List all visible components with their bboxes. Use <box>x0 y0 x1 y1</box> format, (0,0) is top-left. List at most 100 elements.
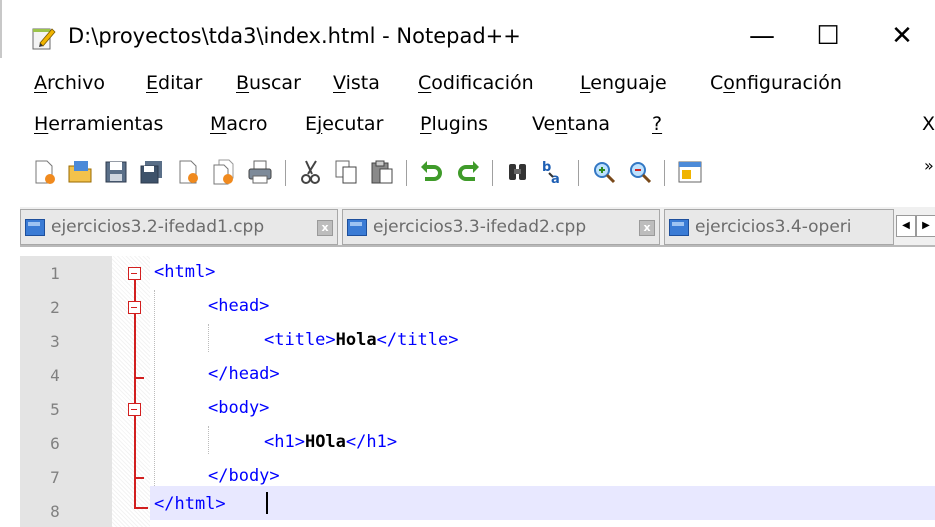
cut-icon[interactable] <box>296 158 324 186</box>
toolbar: ba » <box>0 150 935 196</box>
menu-archivo[interactable]: Archivo <box>34 72 105 94</box>
fold-end-marker <box>134 507 148 509</box>
svg-text:a: a <box>551 172 560 186</box>
fold-collapse-icon[interactable] <box>128 403 141 416</box>
line-number: 1 <box>50 264 60 283</box>
close-document-button[interactable]: X <box>922 113 935 135</box>
open-file-icon[interactable] <box>66 158 94 186</box>
close-icon[interactable] <box>174 158 202 186</box>
new-file-icon[interactable] <box>30 158 58 186</box>
tab-ejercicios3-3[interactable]: ejercicios3.3-ifedad2.cpp x <box>342 209 660 245</box>
html-tag: <body> <box>208 398 270 418</box>
menu-vista-label: Vista <box>333 72 380 94</box>
code-line[interactable]: </head> <box>208 364 280 384</box>
line-number: 6 <box>50 434 60 453</box>
close-window-button[interactable]: ✕ <box>882 18 922 54</box>
html-tag: <head> <box>208 296 270 316</box>
menu-lenguaje[interactable]: Lenguaje <box>580 72 667 94</box>
tab-label: ejercicios3.3-ifedad2.cpp <box>373 217 587 237</box>
menu-editar[interactable]: Editar <box>146 72 202 94</box>
code-line[interactable]: <html> <box>154 262 215 282</box>
redo-icon[interactable] <box>454 158 482 186</box>
menu-ventana[interactable]: Ventana <box>532 113 610 135</box>
save-all-icon[interactable] <box>138 158 166 186</box>
tab-scroll-right-button[interactable]: ▶ <box>916 215 935 237</box>
menu-vista[interactable]: Vista <box>333 72 380 94</box>
tab-close-icon[interactable]: x <box>317 220 333 236</box>
html-tag: </h1> <box>345 432 398 452</box>
menu-buscar[interactable]: Buscar <box>236 72 301 94</box>
toolbar-separator <box>285 160 286 186</box>
code-line[interactable]: <h1>HOla</h1> <box>264 432 397 452</box>
tab-scroll-left-button[interactable]: ◀ <box>896 215 916 237</box>
menu-codificacion-label: Codificación <box>418 72 534 94</box>
paste-icon[interactable] <box>368 158 396 186</box>
fold-end-marker <box>134 477 144 479</box>
close-all-icon[interactable] <box>210 158 238 186</box>
toolbar-overflow[interactable]: » <box>924 156 934 175</box>
fold-collapse-icon[interactable] <box>128 267 141 280</box>
html-tag: </head> <box>208 364 280 384</box>
file-icon <box>347 219 367 236</box>
line-number: 2 <box>50 298 60 317</box>
code-line[interactable]: </body> <box>208 466 280 486</box>
menu-macro[interactable]: Macro <box>210 113 268 135</box>
fold-margin[interactable] <box>112 256 150 527</box>
text-content: Hola <box>335 330 377 350</box>
html-tag: </body> <box>208 466 280 486</box>
replace-icon[interactable]: ba <box>540 158 568 186</box>
undo-icon[interactable] <box>418 158 446 186</box>
menu-buscar-label: Buscar <box>236 72 301 94</box>
zoom-out-icon[interactable] <box>626 158 654 186</box>
menu-herramientas[interactable]: Herramientas <box>34 113 163 135</box>
code-line[interactable]: </html> <box>154 494 226 514</box>
tab-close-icon[interactable]: x <box>639 220 655 236</box>
menu-configuracion-label: Configuración <box>710 72 842 94</box>
maximize-button[interactable]: ☐ <box>808 18 848 54</box>
fold-line <box>134 280 136 508</box>
code-line[interactable]: <head> <box>208 296 269 316</box>
toolbar-separator <box>406 160 407 186</box>
tab-ejercicios3-4[interactable]: ejercicios3.4-operi <box>664 209 894 245</box>
menu-herramientas-label: Herramientas <box>34 113 164 135</box>
tab-label: ejercicios3.2-ifedad1.cpp <box>51 217 265 237</box>
menu-ejecutar[interactable]: Ejecutar <box>305 113 383 135</box>
title-bar: D:\proyectos\tda3\index.html - Notepad++… <box>0 0 935 58</box>
tab-bar: ejercicios3.2-ifedad1.cpp x ejercicios3.… <box>20 207 935 247</box>
copy-icon[interactable] <box>332 158 360 186</box>
menu-codificacion[interactable]: Codificación <box>418 72 534 94</box>
print-icon[interactable] <box>246 158 274 186</box>
code-line[interactable]: <title>Hola</title> <box>264 330 459 350</box>
save-icon[interactable] <box>102 158 130 186</box>
text-content: HOla <box>304 432 346 452</box>
line-number: 7 <box>50 468 60 487</box>
fold-collapse-icon[interactable] <box>128 301 141 314</box>
menu-help[interactable]: ? <box>652 113 662 135</box>
toolbar-separator <box>492 160 493 186</box>
text-cursor <box>266 492 268 514</box>
menu-macro-label: Macro <box>210 113 268 135</box>
html-tag: <h1> <box>264 432 305 452</box>
menu-lenguaje-label: Lenguaje <box>580 72 667 94</box>
indent-guide <box>208 426 209 454</box>
tab-ejercicios3-2[interactable]: ejercicios3.2-ifedad1.cpp x <box>20 209 338 245</box>
window-title: D:\proyectos\tda3\index.html - Notepad++ <box>68 24 521 48</box>
menu-plugins[interactable]: Plugins <box>420 113 488 135</box>
file-icon <box>25 219 45 236</box>
file-icon <box>669 219 689 236</box>
toolbar-separator <box>664 160 665 186</box>
code-line[interactable]: <body> <box>208 398 269 418</box>
find-icon[interactable] <box>504 158 532 186</box>
menu-bar-row-1: Archivo Editar Buscar Vista Codificación… <box>0 72 935 104</box>
sync-scroll-icon[interactable] <box>676 158 704 186</box>
line-number: 4 <box>50 366 60 385</box>
zoom-in-icon[interactable] <box>590 158 618 186</box>
menu-ejecutar-label: Ejecutar <box>305 113 384 135</box>
line-number: 3 <box>50 332 60 351</box>
menu-configuracion[interactable]: Configuración <box>710 72 842 94</box>
html-tag: </title> <box>376 330 459 350</box>
editor[interactable]: 1 2 3 4 5 6 7 8 <html> <head> <title>Hol… <box>20 256 935 527</box>
menu-ventana-label: Ventana <box>532 113 611 135</box>
minimize-button[interactable]: — <box>742 18 782 54</box>
toolbar-separator <box>578 160 579 186</box>
